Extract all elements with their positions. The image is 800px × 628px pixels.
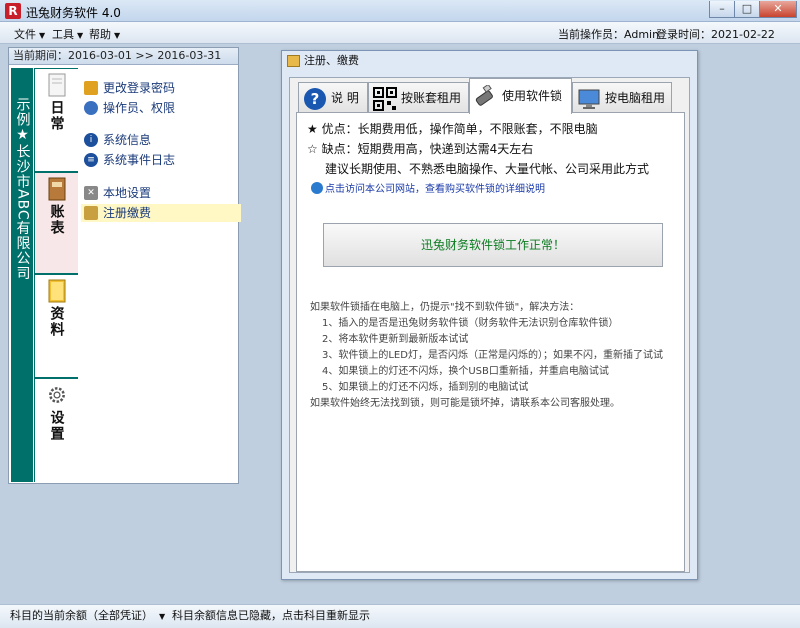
status-message: 科目余额信息已隐藏，点击科目重新显示	[172, 609, 370, 622]
tab-software-lock[interactable]: 使用软件锁	[469, 78, 572, 114]
question-icon: ?	[304, 88, 326, 110]
help-line: 如果软件始终无法找到锁，则可能是锁坏掉，请联系本公司客服处理。	[310, 398, 620, 409]
title-bar: R 迅兔财务软件 4.0 – □ ✕	[0, 0, 800, 22]
company-website-link-text: 点击访问本公司网站，查看购买软件锁的详细说明	[325, 184, 545, 195]
balance-mode-label: 科目的当前余额（全部凭证）	[10, 609, 153, 622]
list-item-local-settings[interactable]: ✕ 本地设置	[81, 184, 236, 202]
nav-tab-daily-label: 日常	[48, 100, 65, 132]
tab-rent-by-computer-label: 按电脑租用	[605, 91, 666, 105]
nav-tab-data[interactable]: 资料	[34, 274, 78, 378]
lock-status-button[interactable]: 迅兔财务软件锁工作正常！	[323, 223, 663, 267]
nav-tab-reports[interactable]: 账表	[34, 172, 78, 274]
register-icon	[84, 206, 98, 220]
document-icon	[48, 73, 65, 97]
globe-icon	[311, 182, 323, 194]
help-line: 2、将本软件更新到最新版本试试	[322, 334, 469, 345]
company-name-strip: 示例★长沙市ABC有限公司	[11, 68, 33, 482]
chevron-down-icon: ▼	[159, 612, 166, 621]
monitor-icon	[578, 89, 600, 109]
chevron-down-icon: ▼	[77, 31, 84, 40]
left-panel: 当前期间：2016-03-01 >> 2016-03-31 示例★长沙市ABC有…	[8, 47, 241, 484]
menu-file[interactable]: 文件 ▼	[14, 26, 45, 42]
list-item-label: 系统事件日志	[103, 153, 176, 167]
nav-tab-reports-label: 账表	[48, 204, 65, 236]
nav-tabs: 日常 账表 资料 设置	[33, 68, 78, 482]
list-item-register[interactable]: 注册缴费	[81, 204, 241, 222]
dialog-title-bar: 注册、缴费	[282, 51, 697, 73]
company-website-link[interactable]: 点击访问本公司网站，查看购买软件锁的详细说明	[311, 180, 545, 195]
list-item-label: 系统信息	[103, 133, 152, 147]
list-item-label: 操作员、权限	[103, 101, 176, 115]
nav-tab-settings[interactable]: 设置	[34, 378, 78, 482]
list-item-label: 更改登录密码	[103, 81, 176, 95]
svg-text:?: ?	[311, 90, 320, 108]
company-name: 示例★长沙市ABC有限公司	[14, 97, 31, 281]
users-icon	[84, 101, 98, 115]
menu-bar: 文件 ▼ 工具 ▼ 帮助 ▼ 当前操作员：Admin 登录时间：2021-02-22 …	[0, 22, 800, 55]
folder-book-icon	[48, 279, 65, 303]
ledger-book-icon	[48, 177, 65, 201]
dialog-body: ? 说 明 按账套租用 使用软件锁 按电脑租用 ★ 优点：长期费用低，操作简单，…	[289, 77, 690, 573]
operator-label: 当前操作员：Admin	[558, 28, 660, 41]
dialog-title: 注册、缴费	[304, 54, 359, 67]
chevron-down-icon: ▼	[114, 31, 121, 40]
help-line: 1、插入的是否是迅兔财务软件锁（财务软件无法识别仓库软件锁）	[322, 318, 619, 329]
help-line: 3、软件锁上的LED灯，是否闪烁（正常是闪烁的）；如果不闪，重新插了试试	[322, 350, 663, 361]
list-item-operators[interactable]: 操作员、权限	[81, 99, 236, 117]
window-title: 迅兔财务软件 4.0	[26, 6, 121, 20]
status-bar: 科目的当前余额（全部凭证） ▼ 科目余额信息已隐藏，点击科目重新显示	[0, 604, 800, 628]
dialog-icon	[287, 55, 300, 67]
close-button[interactable]: ✕	[759, 1, 797, 18]
list-item-system-info[interactable]: i 系统信息	[81, 131, 236, 149]
usb-key-icon	[475, 85, 493, 106]
menu-tools[interactable]: 工具 ▼	[52, 26, 83, 42]
help-line: 4、如果锁上的灯还不闪烁，换个USB口重新插，并重启电脑试试	[322, 366, 609, 377]
key-icon	[84, 81, 98, 95]
menu-help-label: 帮助	[89, 28, 111, 41]
list-item-event-log[interactable]: ≡ 系统事件日志	[81, 151, 236, 169]
list-item-change-password[interactable]: 更改登录密码	[81, 79, 236, 97]
chevron-down-icon: ▼	[39, 31, 46, 40]
cons-text: ☆ 缺点：短期费用高，快递到达需4天左右	[307, 142, 534, 156]
menu-tools-label: 工具	[52, 28, 74, 41]
tools-icon: ✕	[84, 186, 98, 200]
pros-text: ★ 优点：长期费用低，操作简单，不限账套，不限电脑	[307, 122, 598, 136]
maximize-button[interactable]: □	[734, 1, 760, 18]
advice-text: 建议长期使用、不熟悉电脑操作、大量代帐、公司采用此方式	[325, 162, 650, 176]
help-line: 5、如果锁上的灯还不闪烁，插到别的电脑试试	[322, 382, 529, 393]
minimize-button[interactable]: –	[709, 1, 735, 18]
nav-tab-data-label: 资料	[48, 306, 65, 338]
register-dialog: 注册、缴费 ? 说 明 按账套租用 使用软件锁 按电脑租用 ★ 优点：长期费用低…	[281, 50, 698, 580]
software-lock-panel: ★ 优点：长期费用低，操作简单，不限账套，不限电脑 ☆ 缺点：短期费用高，快递到…	[296, 112, 685, 572]
nav-tab-settings-label: 设置	[48, 410, 65, 442]
list-item-label: 本地设置	[103, 186, 152, 200]
menu-help[interactable]: 帮助 ▼	[89, 26, 120, 42]
menu-file-label: 文件	[14, 28, 36, 41]
qrcode-icon	[373, 87, 397, 111]
tab-description-label: 说 明	[331, 91, 359, 105]
nav-tab-daily[interactable]: 日常	[34, 68, 78, 172]
app-icon: R	[5, 3, 21, 19]
balance-mode-dropdown[interactable]: 科目的当前余额（全部凭证） ▼	[10, 605, 165, 628]
tab-description[interactable]: ? 说 明	[298, 82, 368, 113]
current-period: 当前期间：2016-03-01 >> 2016-03-31	[9, 48, 238, 65]
list-item-label: 注册缴费	[103, 206, 152, 220]
tab-rent-by-computer[interactable]: 按电脑租用	[572, 82, 672, 113]
tab-software-lock-label: 使用软件锁	[502, 89, 563, 103]
log-icon: ≡	[84, 153, 98, 167]
tab-rent-by-account[interactable]: 按账套租用	[368, 82, 469, 113]
info-icon: i	[84, 133, 98, 147]
tab-rent-by-account-label: 按账套租用	[401, 91, 462, 105]
gear-icon	[48, 387, 65, 403]
help-line: 如果软件锁插在电脑上，仍提示"找不到软件锁"，解决方法：	[310, 302, 580, 313]
